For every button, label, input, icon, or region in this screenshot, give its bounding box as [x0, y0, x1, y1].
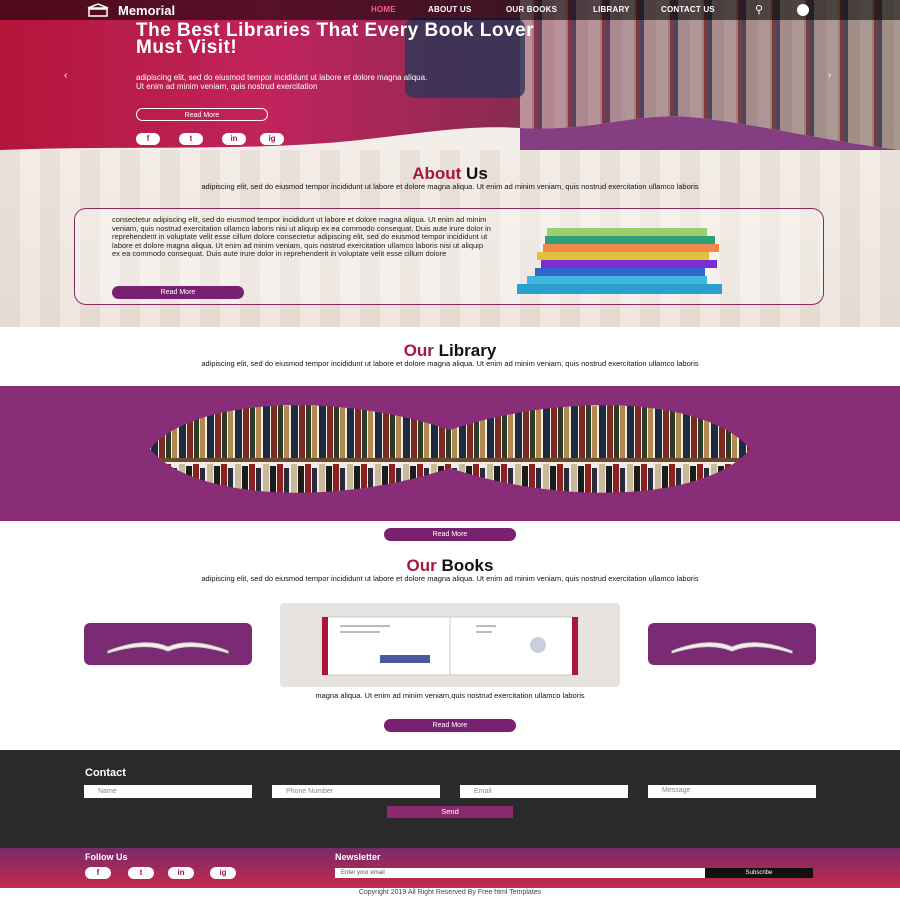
book-card-left[interactable]	[84, 623, 252, 665]
linkedin-icon[interactable]: in	[168, 867, 194, 879]
subscribe-button[interactable]: Subscribe	[705, 868, 813, 878]
library-title-b: Library	[438, 341, 497, 360]
newsletter-email-input[interactable]: Enter your email	[335, 868, 705, 878]
chevron-right-icon[interactable]: ›	[828, 70, 831, 81]
chevron-left-icon[interactable]: ‹	[64, 70, 67, 81]
linkedin-icon[interactable]: in	[222, 133, 246, 145]
contact-title: Contact	[85, 767, 126, 779]
library-logo-icon	[87, 3, 109, 17]
book-stack-image	[517, 228, 722, 294]
about-read-more-button[interactable]: Read More	[112, 286, 244, 299]
about-title-b: Us	[466, 164, 488, 183]
books-read-more-button[interactable]: Read More	[384, 719, 516, 732]
books-subtitle: adipiscing elit, sed do eiusmod tempor i…	[201, 574, 699, 583]
hero-wave	[0, 116, 900, 155]
library-title: Our Library	[0, 341, 900, 361]
nav-home[interactable]: HOME	[371, 5, 396, 14]
library-title-a: Our	[403, 341, 434, 360]
library-subtitle: adipiscing elit, sed do eiusmod tempor i…	[201, 359, 699, 368]
nav-contact-us[interactable]: CONTACT US	[661, 5, 715, 14]
copyright: Copyright 2019 All Right Reserved By Fre…	[358, 889, 542, 896]
hero-read-more-button[interactable]: Read More	[136, 108, 268, 121]
books-title-a: Our	[406, 556, 437, 575]
hero-title: The Best Libraries That Every Book Lover…	[136, 20, 535, 58]
phone-field[interactable]: Phone Number	[272, 785, 440, 798]
book-card-right[interactable]	[648, 623, 816, 665]
about-title: About Us	[0, 164, 900, 184]
contact-section	[0, 750, 900, 848]
instagram-icon[interactable]: ig	[260, 133, 284, 145]
user-icon[interactable]	[797, 4, 809, 16]
about-paragraph: consectetur adipiscing elit, sed do eius…	[112, 215, 491, 259]
instagram-icon[interactable]: ig	[210, 867, 236, 879]
nav-library[interactable]: LIBRARY	[593, 5, 630, 14]
open-book-icon	[107, 642, 229, 654]
about-title-a: About	[412, 164, 462, 183]
search-icon[interactable]: ⚲	[755, 3, 769, 17]
email-field[interactable]: Email	[460, 785, 628, 798]
featured-book[interactable]	[280, 603, 620, 687]
twitter-icon[interactable]: t	[128, 867, 154, 879]
books-caption: magna aliqua. Ut enim ad minim veniam,qu…	[315, 691, 585, 700]
library-read-more-button[interactable]: Read More	[384, 528, 516, 541]
message-field[interactable]: Message	[648, 785, 816, 798]
open-magazine-image	[321, 616, 579, 676]
nav-about-us[interactable]: ABOUT US	[428, 5, 471, 14]
about-subtitle: adipiscing elit, sed do eiusmod tempor i…	[201, 182, 699, 191]
nav-our-books[interactable]: OUR BOOKS	[506, 5, 557, 14]
twitter-icon[interactable]: t	[179, 133, 203, 145]
books-title-b: Books	[441, 556, 494, 575]
open-book-icon	[671, 642, 793, 654]
books-title: Our Books	[0, 556, 900, 576]
hero-text: adipiscing elit, sed do eiusmod tempor i…	[136, 73, 428, 91]
facebook-icon[interactable]: f	[85, 867, 111, 879]
library-bookshelf-image	[150, 405, 750, 493]
brand-name[interactable]: Memorial	[118, 3, 175, 18]
follow-us-title: Follow Us	[85, 852, 128, 862]
name-field[interactable]: Name	[84, 785, 252, 798]
facebook-icon[interactable]: f	[136, 133, 160, 145]
send-button[interactable]: Send	[387, 806, 513, 818]
newsletter-title: Newsletter	[335, 852, 381, 862]
